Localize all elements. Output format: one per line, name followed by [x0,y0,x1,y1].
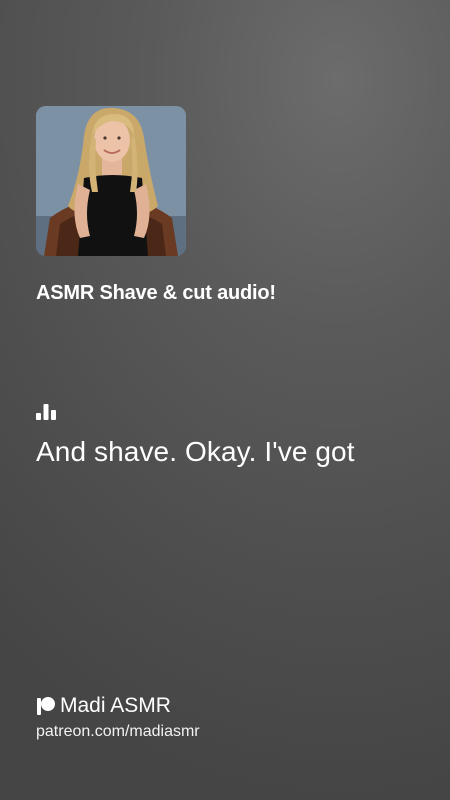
audio-bars-icon [36,404,56,420]
patreon-icon [37,697,55,715]
creator-url[interactable]: patreon.com/madiasmr [36,723,200,741]
track-title: ASMR Shave & cut audio! [36,282,276,304]
creator-photo [36,106,186,256]
lyric-line: And shave. Okay. I've got [36,436,355,467]
cover-art [36,106,186,256]
creator-link[interactable]: Madi ASMR [36,694,171,718]
creator-name: Madi ASMR [60,694,171,717]
